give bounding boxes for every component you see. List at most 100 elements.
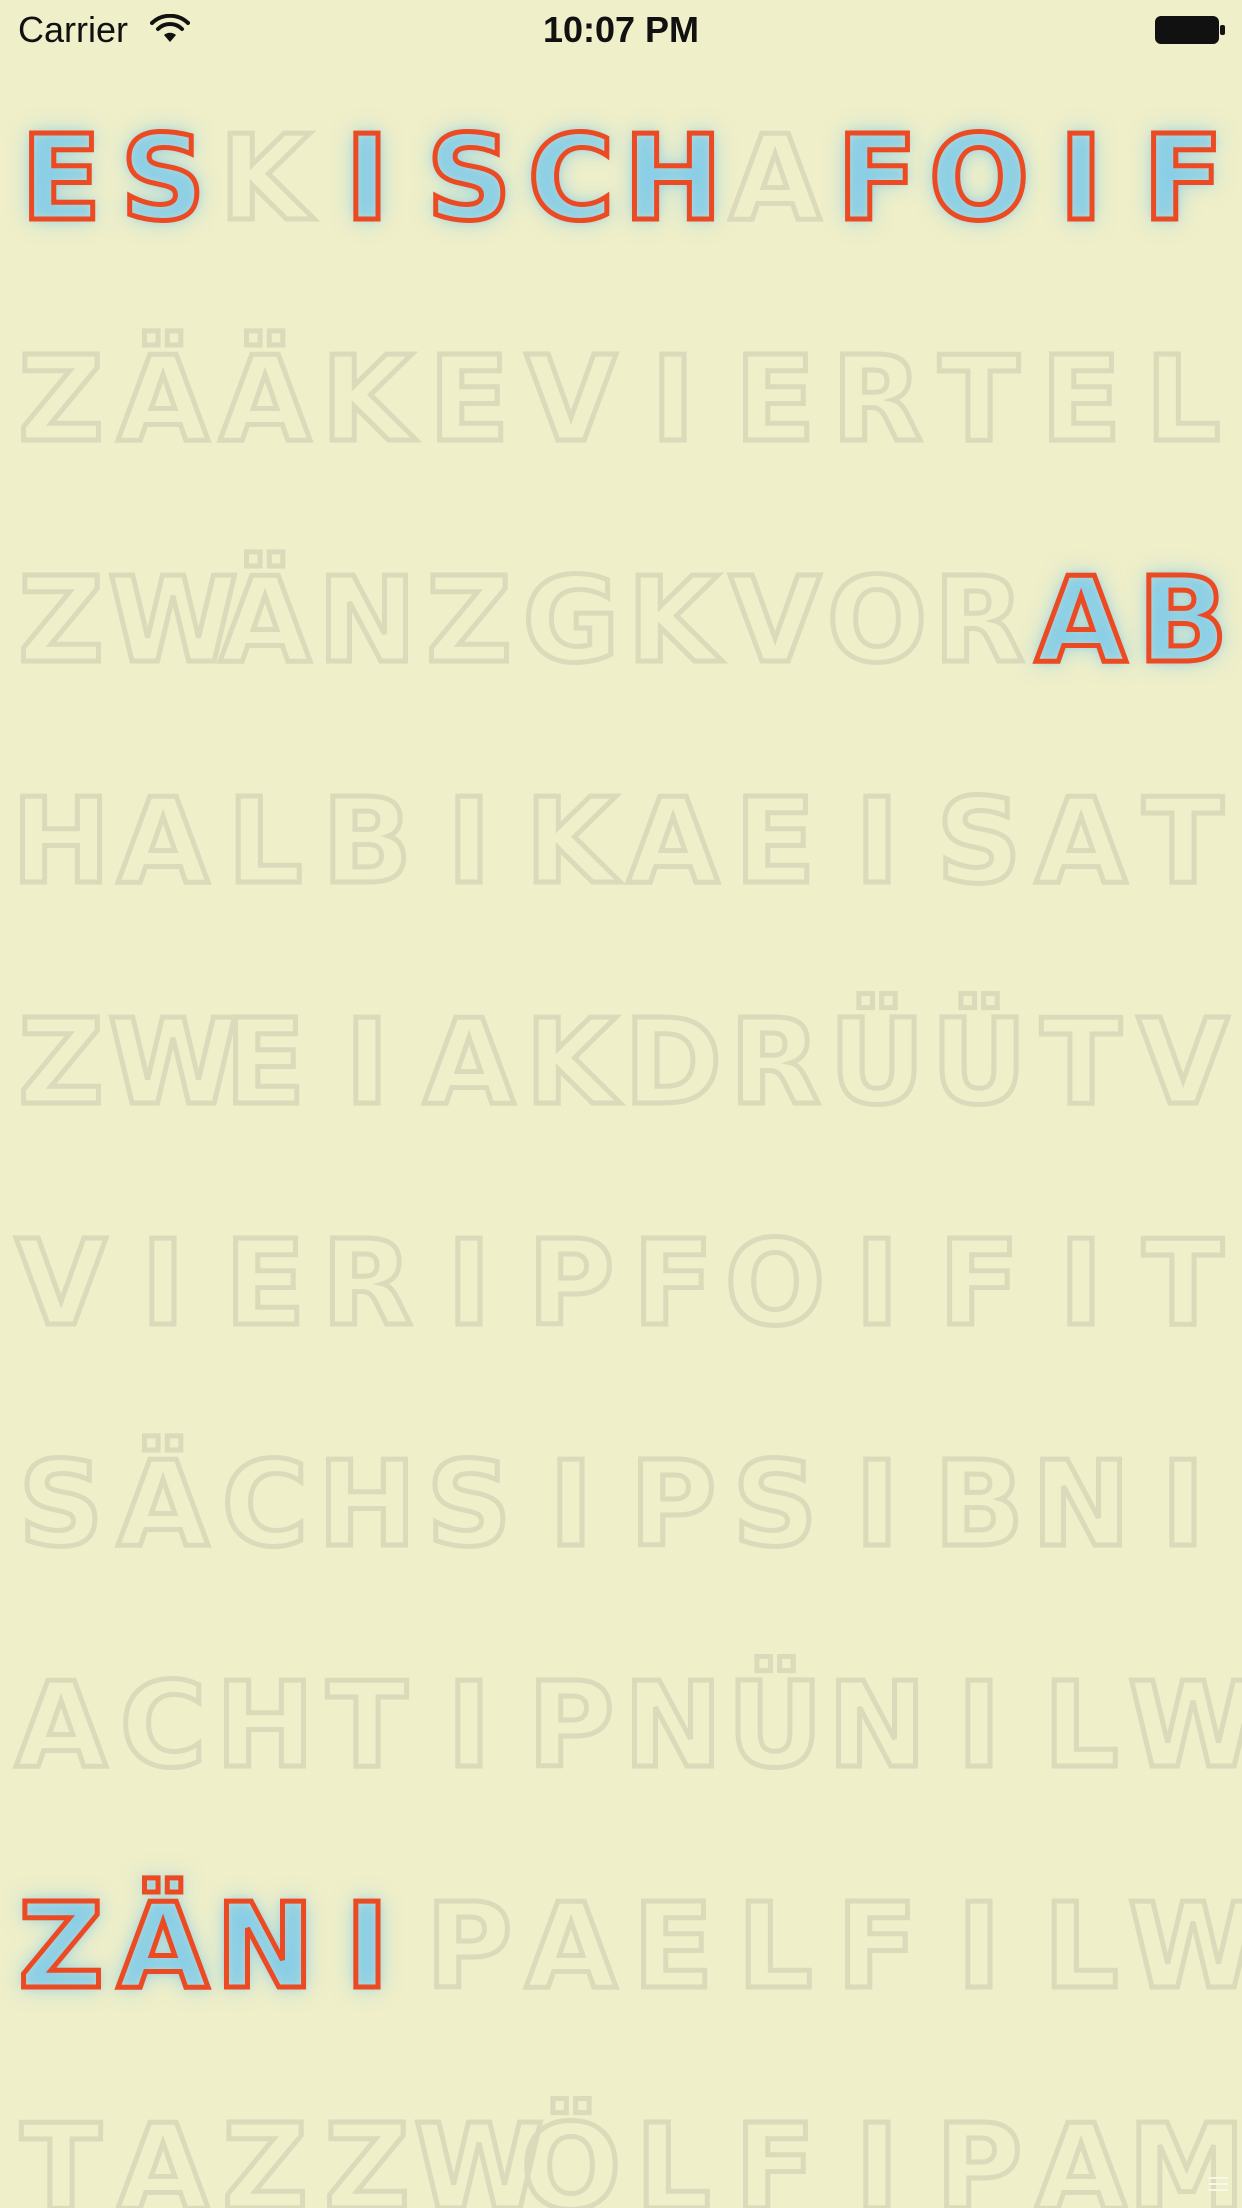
word-clock-grid: ESKISCHAFOIFZÄÄKEVIERTELZWÄNZGKVORABHALB… <box>0 60 1242 2208</box>
clock-letter: H <box>315 1433 419 1576</box>
clock-letter: H <box>213 1654 317 1797</box>
clock-letter: T <box>1140 1212 1226 1355</box>
clock-letter: A <box>1033 770 1129 913</box>
clock-letter-active: I <box>1057 107 1106 250</box>
clock-letter: S <box>934 770 1024 913</box>
clock-letter: I <box>1057 1212 1106 1355</box>
clock-row: ESKISCHAFOIF <box>0 98 1242 258</box>
status-bar: Carrier 10:07 PM <box>0 0 1242 60</box>
clock-letter: B <box>320 770 415 913</box>
clock-letter-active: Ä <box>115 1875 211 2018</box>
clock-letter: V <box>523 328 619 471</box>
clock-letter-active: B <box>1136 549 1231 692</box>
clock-letter: V <box>13 1212 109 1355</box>
clock-row: ACHTIPNÜNILW <box>0 1645 1242 1805</box>
clock-letter: I <box>853 2096 902 2208</box>
clock-letter: K <box>523 991 619 1134</box>
clock-letter: Ü <box>929 991 1030 1134</box>
clock-letter-active: H <box>621 107 725 250</box>
clock-letter: V <box>1135 991 1231 1134</box>
clock-row: TAZZWÖLFIPAM <box>0 2087 1242 2208</box>
clock-letter: Ü <box>725 1654 826 1797</box>
clock-letter: E <box>1038 328 1124 471</box>
clock-letter: C <box>117 1654 209 1797</box>
clock-letter: W <box>1126 1654 1242 1797</box>
clock-letter: W <box>106 549 241 692</box>
clock-letter: I <box>445 1654 494 1797</box>
clock-letter-active: I <box>343 107 392 250</box>
clock-letter: E <box>732 328 818 471</box>
clock-letter: S <box>16 1433 106 1576</box>
clock-row: VIERIPFOIFIT <box>0 1203 1242 1363</box>
clock-letter: T <box>936 328 1022 471</box>
clock-letter: I <box>649 328 698 471</box>
menu-lines-icon[interactable] <box>1208 2174 1228 2194</box>
clock-letter: L <box>1041 1875 1121 2018</box>
clock-letter: I <box>445 1212 494 1355</box>
clock-letter: V <box>727 549 823 692</box>
clock-letter-active: O <box>926 107 1031 250</box>
clock-letter: I <box>955 1875 1004 2018</box>
clock-letter: Ä <box>217 549 313 692</box>
clock-letter-active: S <box>424 107 514 250</box>
clock-letter: O <box>722 1212 827 1355</box>
clock-letter: P <box>933 2096 1024 2208</box>
clock-letter: P <box>423 1875 514 2018</box>
clock-letter-active: E <box>18 107 104 250</box>
clock-row: SÄCHSIPSIBNI <box>0 1424 1242 1584</box>
clock-letter: A <box>523 1875 619 2018</box>
clock-letter: F <box>732 2096 818 2208</box>
clock-letter: Z <box>322 2096 413 2208</box>
clock-letter: N <box>825 1654 929 1797</box>
clock-letter: G <box>520 549 622 692</box>
clock-letter: Z <box>16 328 107 471</box>
clock-row: ZWEIAKDRÜÜTV <box>0 982 1242 1142</box>
clock-letter: N <box>315 549 419 692</box>
clock-letter: Z <box>16 549 107 692</box>
clock-letter: L <box>1143 328 1223 471</box>
clock-letter: N <box>621 1654 725 1797</box>
battery-icon <box>1155 16 1225 44</box>
clock-letter: T <box>18 2096 104 2208</box>
status-time: 10:07 PM <box>542 9 700 50</box>
clock-letter-active: F <box>1140 107 1226 250</box>
clock-row: ZÄNIPAELFILW <box>0 1866 1242 2026</box>
clock-letter: A <box>1033 2096 1129 2208</box>
clock-letter: P <box>525 1654 616 1797</box>
clock-letter: T <box>324 1654 410 1797</box>
clock-letter: F <box>834 1875 920 2018</box>
clock-letter: Ö <box>518 2096 623 2208</box>
clock-letter: L <box>225 770 305 913</box>
clock-letter: I <box>343 991 392 1134</box>
clock-row: ZÄÄKEVIERTEL <box>0 319 1242 479</box>
clock-letter-active: I <box>343 1875 392 2018</box>
clock-letter: W <box>106 991 241 1134</box>
clock-letter: E <box>732 770 818 913</box>
clock-letter: L <box>1041 1654 1121 1797</box>
clock-letter: Ü <box>827 991 928 1134</box>
clock-letter: Ä <box>115 1433 211 1576</box>
clock-letter: A <box>115 770 211 913</box>
clock-letter: I <box>547 1433 596 1576</box>
clock-letter: L <box>735 1875 815 2018</box>
clock-row: HALBIKAEISAT <box>0 761 1242 921</box>
clock-letter: A <box>115 2096 211 2208</box>
clock-letter: K <box>217 107 313 250</box>
clock-letter: I <box>955 1654 1004 1797</box>
clock-letter: T <box>1038 991 1124 1134</box>
clock-letter: P <box>525 1212 616 1355</box>
clock-letter: L <box>633 2096 713 2208</box>
clock-letter: D <box>622 991 725 1134</box>
clock-row: ZWÄNZGKVORAB <box>0 540 1242 700</box>
clock-letter-active: A <box>1033 549 1129 692</box>
clock-letter: B <box>932 1433 1027 1576</box>
clock-letter: K <box>319 328 415 471</box>
clock-letter: F <box>936 1212 1022 1355</box>
clock-letter: N <box>1029 1433 1133 1576</box>
clock-letter: E <box>222 1212 308 1355</box>
clock-letter: I <box>853 770 902 913</box>
clock-letter: E <box>222 991 308 1134</box>
clock-letter: R <box>931 549 1027 692</box>
clock-letter: S <box>424 1433 514 1576</box>
clock-letter: I <box>853 1433 902 1576</box>
